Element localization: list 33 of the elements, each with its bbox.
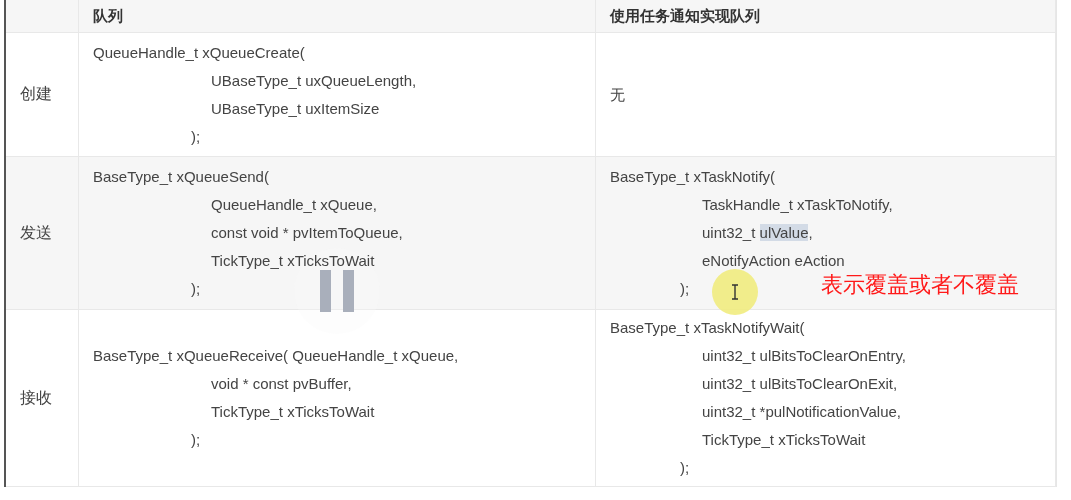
code-line: eNotifyAction eAction bbox=[702, 251, 845, 271]
code-line: UBaseType_t uxQueueLength, bbox=[211, 70, 417, 91]
column-header: 使用任务通知实现队列 bbox=[596, 0, 1056, 33]
code-line: uint32_t ulValue, bbox=[702, 223, 813, 243]
code-line: uint32_t ulBitsToClearOnExit, bbox=[702, 374, 898, 394]
code-line: ); bbox=[191, 279, 201, 299]
code-line: ); bbox=[191, 430, 201, 450]
code-line: TickType_t xTicksToWait bbox=[702, 430, 866, 450]
row-header: 接收 bbox=[6, 310, 79, 487]
text-cursor-icon bbox=[731, 284, 739, 300]
row-header: 创建 bbox=[6, 33, 79, 157]
code-line: uint32_t *pulNotificationValue, bbox=[702, 402, 902, 422]
code-line: QueueHandle_t xQueue, bbox=[211, 195, 377, 215]
code-line: ); bbox=[191, 126, 201, 147]
code-line: uint32_t ulBitsToClearOnEntry, bbox=[702, 346, 906, 366]
cell-text: 无 bbox=[610, 84, 625, 105]
column-header: 队列 bbox=[79, 0, 596, 33]
code-line: BaseType_t xQueueSend( bbox=[93, 167, 269, 187]
code-line: void * const pvBuffer, bbox=[211, 374, 352, 394]
code-line: TickType_t xTicksToWait bbox=[211, 402, 375, 422]
code-line: const void * pvItemToQueue, bbox=[211, 223, 403, 243]
code-line: BaseType_t xTaskNotifyWait( bbox=[610, 318, 805, 338]
code-line: TickType_t xTicksToWait bbox=[211, 251, 375, 271]
code-line: UBaseType_t uxItemSize bbox=[211, 98, 380, 119]
pause-icon bbox=[320, 270, 354, 312]
code-line: TaskHandle_t xTaskToNotify, bbox=[702, 195, 893, 215]
code-line: BaseType_t xQueueReceive( QueueHandle_t xQueue, bbox=[93, 346, 459, 366]
code-line: ); bbox=[680, 279, 690, 299]
code-line: ); bbox=[680, 458, 690, 478]
row-header: 发送 bbox=[6, 157, 79, 310]
code-line: BaseType_t xTaskNotify( bbox=[610, 167, 776, 187]
annotation-text: 表示覆盖或者不覆盖 bbox=[821, 271, 1019, 299]
code-line: QueueHandle_t xQueueCreate( bbox=[93, 42, 305, 63]
